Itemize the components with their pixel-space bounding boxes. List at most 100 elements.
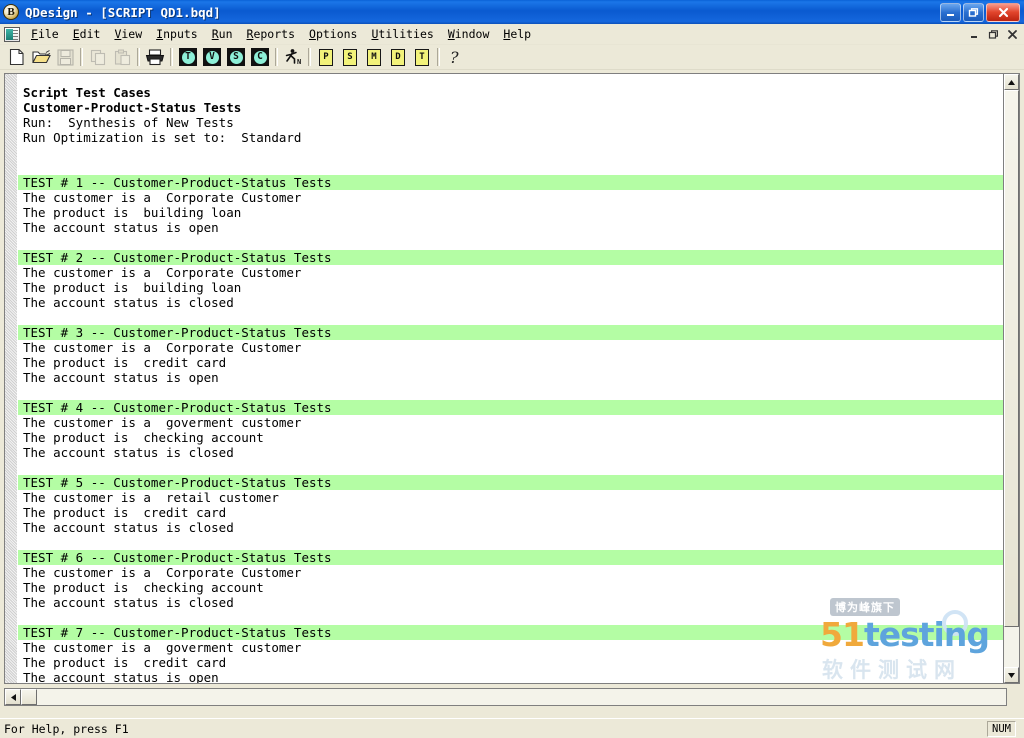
window-title: QDesign - [SCRIPT QD1.bqd] xyxy=(25,4,221,20)
toolbar-separator xyxy=(308,48,311,66)
test-2-line-1: The customer is a Corporate Customer xyxy=(23,265,302,280)
document-header-line-1: Script Test Cases xyxy=(23,85,151,100)
menu-run[interactable]: Run xyxy=(205,25,240,44)
horizontal-scroll-thumb[interactable] xyxy=(21,689,37,705)
test-7-line-2: The product is credit card xyxy=(23,655,227,670)
app-logo-icon: B xyxy=(3,4,19,20)
statusbar: For Help, press F1 NUM xyxy=(0,718,1024,738)
test-5-line-1: The customer is a retail customer xyxy=(23,490,279,505)
horizontal-scrollbar[interactable] xyxy=(4,688,1007,706)
paste-icon[interactable] xyxy=(110,46,134,69)
test-header-5: TEST # 5 -- Customer-Product-Status Test… xyxy=(18,475,1009,490)
test-header-7: TEST # 7 -- Customer-Product-Status Test… xyxy=(18,625,1009,640)
close-button[interactable] xyxy=(986,2,1020,22)
maximize-button[interactable] xyxy=(963,2,984,22)
test-4-line-3: The account status is closed xyxy=(23,445,234,460)
test-header-3: TEST # 3 -- Customer-Product-Status Test… xyxy=(18,325,1009,340)
test-7-line-1: The customer is a goverment customer xyxy=(23,640,302,655)
open-icon[interactable] xyxy=(29,46,53,69)
vertical-scroll-track[interactable] xyxy=(1004,90,1019,667)
document-header-line-4: Run Optimization is set to: Standard xyxy=(23,130,302,145)
selection-gutter xyxy=(5,74,18,683)
report-p-icon[interactable]: P xyxy=(314,46,338,69)
test-4-line-2: The product is checking account xyxy=(23,430,264,445)
test-1-line-1: The customer is a Corporate Customer xyxy=(23,190,302,205)
document-text-area[interactable]: Script Test Cases Customer-Product-Status… xyxy=(18,74,1020,683)
menu-file[interactable]: File xyxy=(24,25,66,44)
mdi-close-button[interactable] xyxy=(1004,26,1021,42)
test-6-line-1: The customer is a Corporate Customer xyxy=(23,565,302,580)
report-s-icon[interactable]: S xyxy=(338,46,362,69)
help-icon[interactable]: ? xyxy=(443,46,467,69)
menu-window[interactable]: Window xyxy=(441,25,497,44)
scroll-down-button[interactable] xyxy=(1004,667,1019,683)
test-7-line-3: The account status is open xyxy=(23,670,219,683)
coverage-icon[interactable]: C xyxy=(248,46,272,69)
toolbar-separator xyxy=(437,48,440,66)
mdi-restore-button[interactable] xyxy=(985,26,1002,42)
new-icon[interactable] xyxy=(5,46,29,69)
test-1-line-3: The account status is open xyxy=(23,220,219,235)
test-3-line-3: The account status is open xyxy=(23,370,219,385)
test-2-line-3: The account status is closed xyxy=(23,295,234,310)
test-1-line-2: The product is building loan xyxy=(23,205,242,220)
toolbar: T V S C N P S M D T ? xyxy=(0,45,1024,70)
menu-options[interactable]: Options xyxy=(302,25,364,44)
toolbar-separator xyxy=(170,48,173,66)
test-header-1: TEST # 1 -- Customer-Product-Status Test… xyxy=(18,175,1009,190)
window-titlebar[interactable]: B QDesign - [SCRIPT QD1.bqd] xyxy=(0,0,1024,24)
menu-help[interactable]: Help xyxy=(496,25,538,44)
menu-view[interactable]: View xyxy=(107,25,149,44)
vertical-scrollbar[interactable] xyxy=(1003,73,1020,684)
print-icon[interactable] xyxy=(143,46,167,69)
menu-inputs[interactable]: Inputs xyxy=(149,25,205,44)
menu-utilities[interactable]: Utilities xyxy=(364,25,440,44)
svg-text:N: N xyxy=(297,58,301,66)
run-new-icon[interactable]: N xyxy=(281,46,305,69)
status-num-indicator: NUM xyxy=(987,720,1016,737)
test-header-2: TEST # 2 -- Customer-Product-Status Test… xyxy=(18,250,1009,265)
minimize-button[interactable] xyxy=(940,2,961,22)
script-document[interactable]: Script Test Cases Customer-Product-Status… xyxy=(4,73,1020,684)
mdi-client-area: Script Test Cases Customer-Product-Status… xyxy=(0,71,1024,706)
vertical-scroll-thumb[interactable] xyxy=(1004,90,1019,627)
scroll-up-button[interactable] xyxy=(1004,74,1019,90)
scroll-left-button[interactable] xyxy=(5,689,21,705)
horizontal-scroll-track[interactable] xyxy=(37,689,1006,705)
test-3-line-1: The customer is a Corporate Customer xyxy=(23,340,302,355)
menu-reports[interactable]: Reports xyxy=(240,25,302,44)
test-6-line-2: The product is checking account xyxy=(23,580,264,595)
save-icon[interactable] xyxy=(53,46,77,69)
mdi-minimize-button[interactable] xyxy=(966,26,983,42)
toolbar-separator xyxy=(275,48,278,66)
report-m-icon[interactable]: M xyxy=(362,46,386,69)
menubar: File Edit View Inputs Run Reports Option… xyxy=(0,24,1024,45)
report-d-icon[interactable]: D xyxy=(386,46,410,69)
report-t-icon[interactable]: T xyxy=(410,46,434,69)
copy-icon[interactable] xyxy=(86,46,110,69)
test-4-line-1: The customer is a goverment customer xyxy=(23,415,302,430)
document-header-line-2: Customer-Product-Status Tests xyxy=(23,100,242,115)
toolbar-separator xyxy=(80,48,83,66)
verify-icon[interactable]: V xyxy=(200,46,224,69)
test-5-line-2: The product is credit card xyxy=(23,505,227,520)
test-2-line-2: The product is building loan xyxy=(23,280,242,295)
window-controls xyxy=(940,2,1022,22)
menu-edit[interactable]: Edit xyxy=(66,25,108,44)
tests-icon[interactable]: T xyxy=(176,46,200,69)
test-header-6: TEST # 6 -- Customer-Product-Status Test… xyxy=(18,550,1009,565)
test-6-line-3: The account status is closed xyxy=(23,595,234,610)
toolbar-separator xyxy=(137,48,140,66)
test-header-4: TEST # 4 -- Customer-Product-Status Test… xyxy=(18,400,1009,415)
document-icon[interactable] xyxy=(4,26,20,42)
test-5-line-3: The account status is closed xyxy=(23,520,234,535)
script-icon[interactable]: S xyxy=(224,46,248,69)
